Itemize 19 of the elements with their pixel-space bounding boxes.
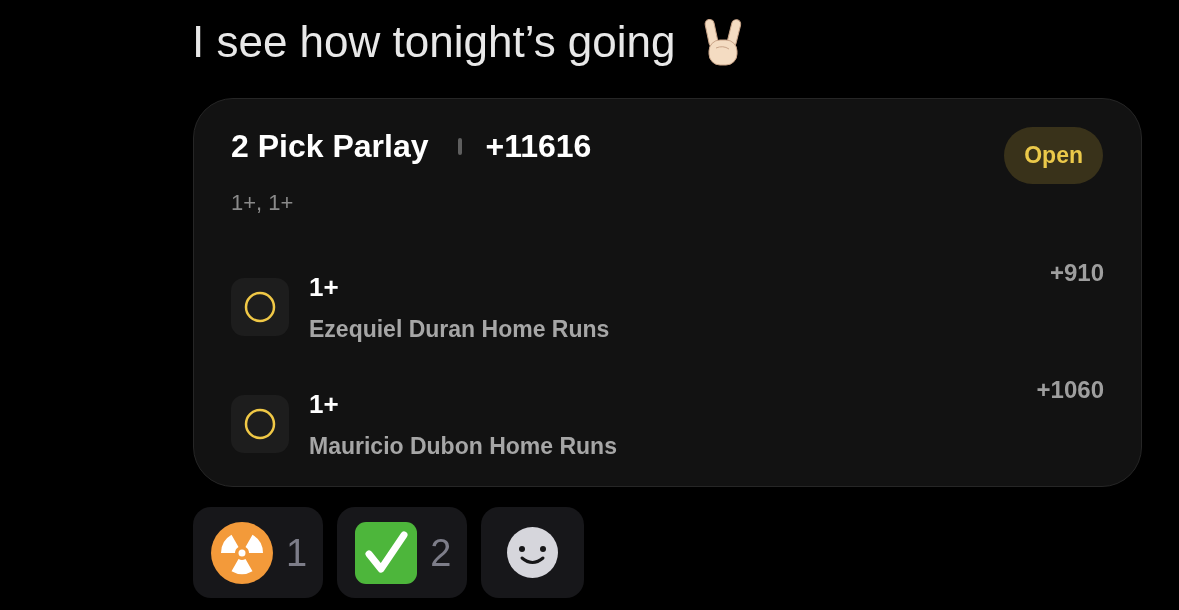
leg-line: 1+ xyxy=(309,272,339,302)
ring-icon xyxy=(231,278,289,336)
message-text: I see how tonight’s going xyxy=(192,16,676,68)
leg-odds: +1060 xyxy=(1036,377,1104,403)
parlay-odds: +11616 xyxy=(485,127,592,165)
card-title: 2 Pick Parlay xyxy=(231,127,429,165)
reaction-button[interactable]: 2 xyxy=(337,507,468,598)
status-badge: Open xyxy=(1004,127,1103,184)
smiley-icon xyxy=(507,527,559,578)
add-reaction-button[interactable] xyxy=(481,507,585,598)
check-box-icon xyxy=(355,521,418,584)
reaction-button[interactable]: 1 xyxy=(193,507,324,598)
leg-market: Mauricio Dubon Home Runs xyxy=(309,433,617,459)
radiation-icon xyxy=(211,521,273,584)
ring-icon xyxy=(231,395,289,453)
parlay-summary: 1+, 1+ xyxy=(231,190,294,216)
leg-odds: +910 xyxy=(1049,260,1104,286)
leg-line: 1+ xyxy=(309,389,339,419)
leg-market: Ezequiel Duran Home Runs xyxy=(309,316,610,342)
